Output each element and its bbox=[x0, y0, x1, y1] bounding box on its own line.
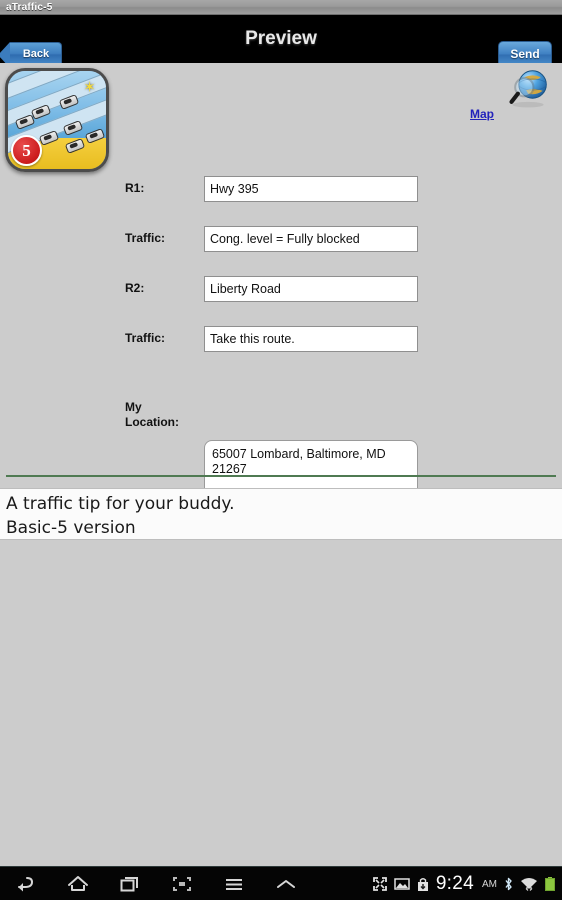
traffic-jam-app-icon: ✶ 5 bbox=[5, 68, 109, 172]
input-traffic2[interactable]: Take this route. bbox=[204, 326, 418, 352]
map-link-label: Map bbox=[470, 107, 494, 121]
content-area: ✶ 5 Map R1: Hwy 395 Traffic: Cong. level… bbox=[0, 63, 562, 866]
fullscreen-icon[interactable] bbox=[372, 876, 388, 892]
fullscreen-glyph bbox=[372, 877, 387, 891]
globe-magnifier-icon bbox=[509, 70, 547, 108]
chevron-up-glyph bbox=[277, 880, 295, 888]
star-icon: ✶ bbox=[83, 79, 96, 96]
status-ampm: AM bbox=[482, 878, 497, 890]
wifi-icon[interactable] bbox=[520, 876, 538, 892]
message-line-1: A traffic tip for your buddy. bbox=[6, 494, 235, 514]
field-label-traffic2: Traffic: bbox=[125, 331, 166, 345]
expand-up-nav-icon[interactable] bbox=[260, 867, 312, 900]
status-clock: 9:24 bbox=[435, 873, 474, 894]
os-title-bar: aTraffic-5 bbox=[0, 0, 562, 15]
menu-nav-icon[interactable] bbox=[208, 867, 260, 900]
field-label-location-line1: My bbox=[125, 400, 142, 414]
home-nav-icon[interactable] bbox=[52, 867, 104, 900]
app-header: Preview Back Send bbox=[0, 15, 562, 68]
os-title-text: aTraffic-5 bbox=[6, 2, 53, 13]
battery-icon[interactable] bbox=[544, 876, 556, 892]
map-link[interactable]: Map bbox=[462, 68, 554, 126]
input-route1[interactable]: Hwy 395 bbox=[204, 176, 418, 202]
badge-five: 5 bbox=[11, 135, 42, 166]
bluetooth-glyph bbox=[505, 877, 512, 891]
wifi-glyph bbox=[521, 878, 537, 891]
input-traffic1[interactable]: Cong. level = Fully blocked bbox=[204, 226, 418, 252]
message-preview-box[interactable]: A traffic tip for your buddy. Basic-5 ve… bbox=[0, 488, 562, 540]
field-label-location-line2: Location: bbox=[125, 415, 179, 429]
nav-button-group bbox=[0, 867, 312, 900]
section-divider bbox=[6, 475, 556, 477]
back-nav-icon[interactable] bbox=[0, 867, 52, 900]
download-icon[interactable] bbox=[416, 877, 430, 892]
screenshot-glyph bbox=[173, 877, 191, 891]
download-glyph bbox=[417, 877, 428, 891]
battery-glyph bbox=[545, 877, 555, 891]
image-glyph bbox=[394, 878, 410, 890]
recents-nav-icon[interactable] bbox=[104, 867, 156, 900]
home-glyph bbox=[68, 876, 88, 891]
field-label-route2: R2: bbox=[125, 281, 145, 295]
menu-glyph bbox=[226, 879, 242, 890]
system-nav-bar: 9:24 AM bbox=[0, 866, 562, 900]
back-arrow-glyph bbox=[18, 877, 34, 892]
bluetooth-icon[interactable] bbox=[503, 876, 514, 892]
field-label-traffic1: Traffic: bbox=[125, 231, 166, 245]
recents-glyph bbox=[120, 877, 138, 892]
field-label-route1: R1: bbox=[125, 181, 145, 195]
input-route2[interactable]: Liberty Road bbox=[204, 276, 418, 302]
status-tray: 9:24 AM bbox=[372, 867, 556, 900]
badge-number: 5 bbox=[22, 141, 31, 160]
screenshot-nav-icon[interactable] bbox=[156, 867, 208, 900]
image-icon[interactable] bbox=[394, 877, 410, 891]
page-title: Preview bbox=[245, 28, 317, 49]
app-screen: aTraffic-5 Preview Back Send ✶ 5 Map R1:… bbox=[0, 0, 562, 900]
message-line-2: Basic-5 version bbox=[6, 518, 136, 538]
